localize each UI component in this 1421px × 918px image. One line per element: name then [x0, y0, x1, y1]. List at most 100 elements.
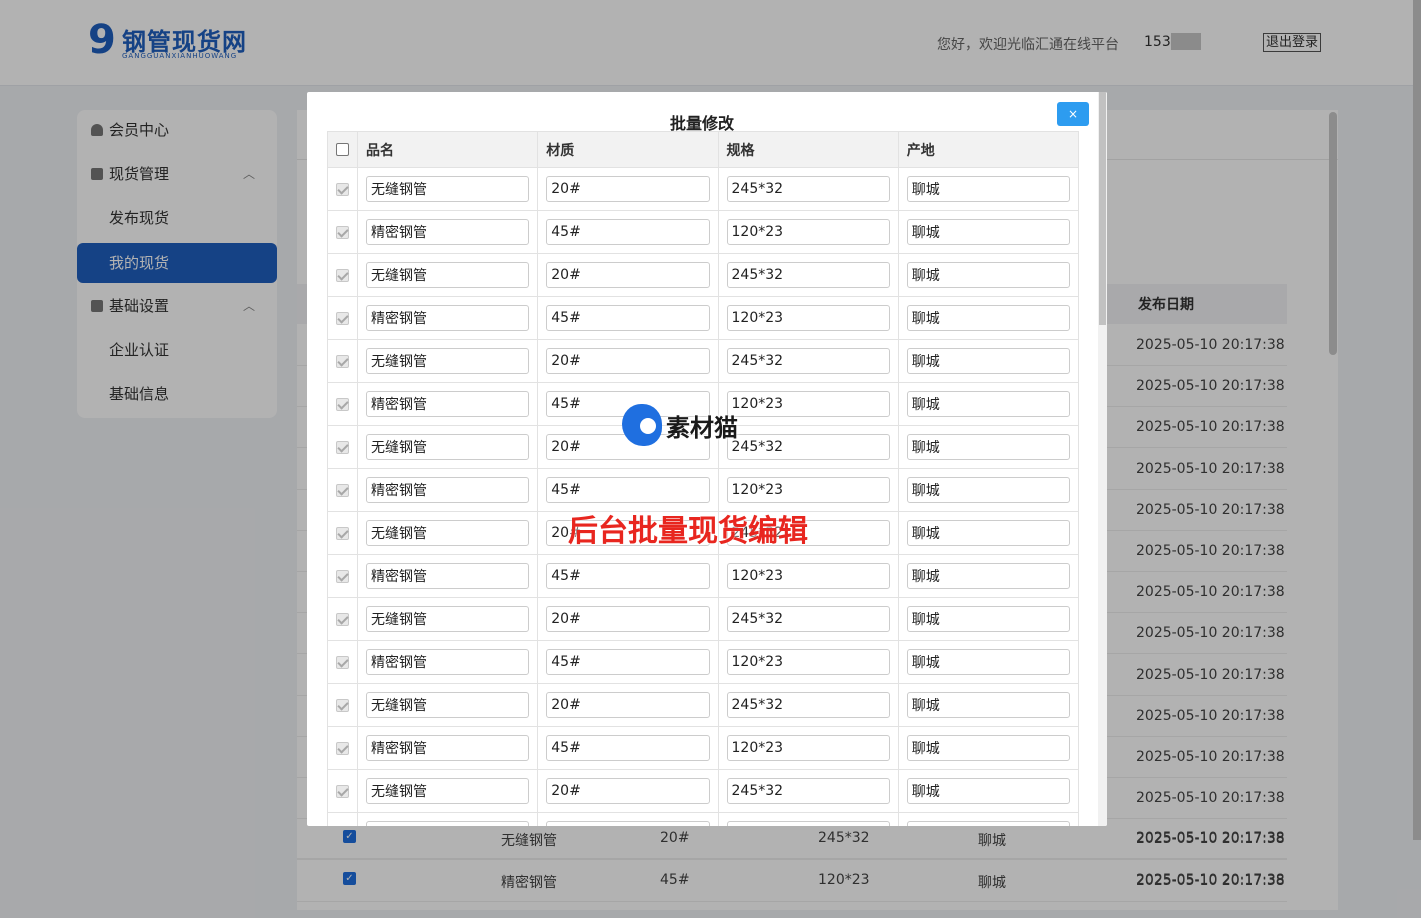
modal-scrollbar-thumb[interactable] — [1099, 92, 1106, 325]
spec-input[interactable] — [726, 219, 890, 245]
cell-spec — [717, 640, 899, 684]
material-input[interactable] — [546, 692, 710, 718]
row-checkbox[interactable] — [336, 741, 349, 755]
spec-input[interactable] — [726, 735, 890, 761]
cell-origin — [897, 382, 1080, 426]
name-input[interactable] — [366, 649, 530, 675]
material-input[interactable] — [546, 305, 710, 331]
batch-edit-rows — [327, 167, 1080, 826]
material-input[interactable] — [546, 176, 710, 202]
origin-input[interactable] — [906, 262, 1070, 288]
row-checkbox[interactable] — [336, 655, 349, 669]
origin-input[interactable] — [906, 348, 1070, 374]
row-select-cell — [327, 253, 358, 297]
close-button[interactable]: × — [1057, 102, 1089, 126]
spec-input[interactable] — [726, 649, 890, 675]
watermark-caption: 后台批量现货编辑 — [568, 514, 808, 549]
spec-input[interactable] — [726, 778, 890, 804]
name-input[interactable] — [366, 563, 530, 589]
row-checkbox[interactable] — [336, 698, 349, 712]
name-input[interactable] — [366, 606, 530, 632]
origin-input[interactable] — [906, 692, 1070, 718]
row-select-cell — [327, 382, 358, 426]
spec-input[interactable] — [726, 563, 890, 589]
origin-input[interactable] — [906, 649, 1070, 675]
cell-spec — [717, 554, 899, 598]
cell-name — [356, 597, 539, 641]
cell-origin — [897, 339, 1080, 383]
origin-input[interactable] — [906, 305, 1070, 331]
material-input[interactable] — [546, 477, 710, 503]
column-header-spec: 规格 — [717, 131, 899, 168]
name-input[interactable] — [366, 434, 530, 460]
row-checkbox[interactable] — [336, 526, 349, 540]
row-checkbox[interactable] — [336, 354, 349, 368]
origin-input[interactable] — [906, 563, 1070, 589]
cell-spec — [717, 812, 899, 826]
material-input[interactable] — [546, 735, 710, 761]
spec-input[interactable] — [726, 692, 890, 718]
row-checkbox[interactable] — [336, 225, 349, 239]
spec-input[interactable] — [726, 262, 890, 288]
material-input[interactable] — [546, 778, 710, 804]
spec-input[interactable] — [726, 606, 890, 632]
name-input[interactable] — [366, 735, 530, 761]
material-input[interactable] — [546, 606, 710, 632]
spec-input[interactable] — [726, 305, 890, 331]
material-input[interactable] — [546, 649, 710, 675]
name-input[interactable] — [366, 821, 530, 826]
cell-material — [537, 167, 719, 211]
table-row — [327, 812, 1080, 826]
origin-input[interactable] — [906, 477, 1070, 503]
material-input[interactable] — [546, 348, 710, 374]
material-input[interactable] — [546, 563, 710, 589]
row-checkbox[interactable] — [336, 612, 349, 626]
select-all-checkbox[interactable] — [336, 143, 349, 156]
spec-input[interactable] — [726, 176, 890, 202]
row-checkbox[interactable] — [336, 182, 349, 196]
cell-spec — [717, 339, 899, 383]
row-checkbox[interactable] — [336, 397, 349, 411]
origin-input[interactable] — [906, 735, 1070, 761]
watermark-logo: 素材猫 — [622, 404, 762, 448]
origin-input[interactable] — [906, 434, 1070, 460]
name-input[interactable] — [366, 692, 530, 718]
cell-name — [356, 769, 539, 813]
row-checkbox[interactable] — [336, 784, 349, 798]
row-checkbox[interactable] — [336, 483, 349, 497]
name-input[interactable] — [366, 778, 530, 804]
cell-name — [356, 726, 539, 770]
spec-input[interactable] — [726, 821, 890, 826]
origin-input[interactable] — [906, 219, 1070, 245]
name-input[interactable] — [366, 219, 530, 245]
name-input[interactable] — [366, 305, 530, 331]
name-input[interactable] — [366, 348, 530, 374]
cat-icon — [622, 404, 662, 446]
spec-input[interactable] — [726, 477, 890, 503]
origin-input[interactable] — [906, 391, 1070, 417]
row-checkbox[interactable] — [336, 311, 349, 325]
material-input[interactable] — [546, 219, 710, 245]
cell-name — [356, 167, 539, 211]
row-checkbox[interactable] — [336, 440, 349, 454]
origin-input[interactable] — [906, 821, 1070, 826]
spec-input[interactable] — [726, 348, 890, 374]
table-row — [327, 167, 1080, 211]
name-input[interactable] — [366, 520, 530, 546]
name-input[interactable] — [366, 262, 530, 288]
name-input[interactable] — [366, 176, 530, 202]
row-select-cell — [327, 339, 358, 383]
origin-input[interactable] — [906, 778, 1070, 804]
column-header-name: 品名 — [356, 131, 539, 168]
material-input[interactable] — [546, 262, 710, 288]
name-input[interactable] — [366, 391, 530, 417]
cell-name — [356, 511, 539, 555]
origin-input[interactable] — [906, 176, 1070, 202]
name-input[interactable] — [366, 477, 530, 503]
material-input[interactable] — [546, 821, 710, 826]
origin-input[interactable] — [906, 520, 1070, 546]
row-select-cell — [327, 511, 358, 555]
row-checkbox[interactable] — [336, 569, 349, 583]
origin-input[interactable] — [906, 606, 1070, 632]
row-checkbox[interactable] — [336, 268, 349, 282]
